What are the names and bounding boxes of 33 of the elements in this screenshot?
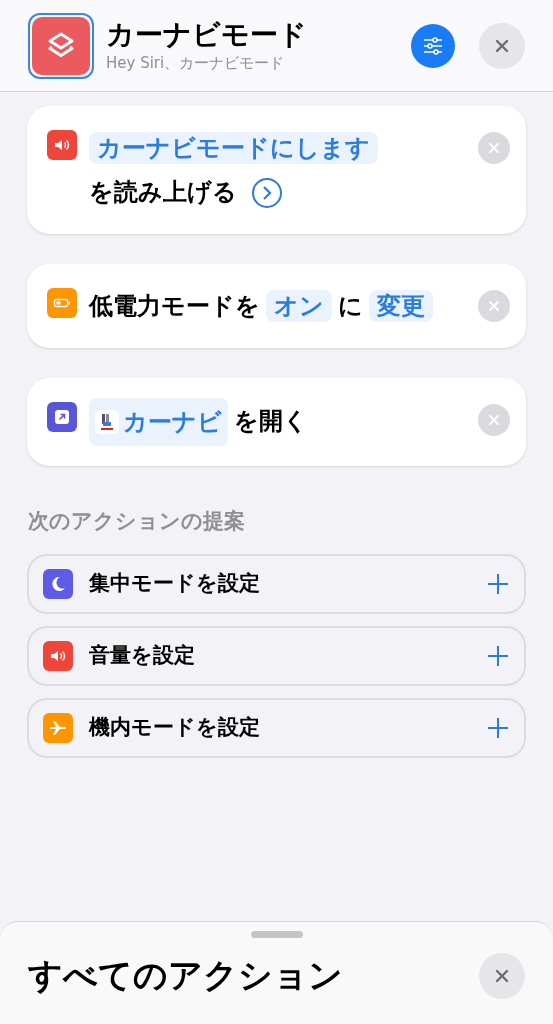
suggestion-row[interactable]: 音量を設定 — [27, 625, 526, 686]
close-icon — [486, 140, 502, 156]
close-button[interactable] — [479, 952, 525, 999]
action-card[interactable]: カーナビ を開く — [27, 378, 526, 466]
variable-token[interactable]: 変更 — [369, 290, 433, 322]
action-text: を読み上げる — [89, 178, 237, 206]
settings-button[interactable] — [411, 23, 455, 68]
suggestion-label: 音量を設定 — [89, 641, 196, 669]
suggestion-label: 機内モードを設定 — [89, 713, 261, 741]
shortcut-title: カーナビモード — [106, 16, 308, 52]
close-icon — [486, 298, 502, 314]
action-text: に — [338, 292, 363, 320]
chevron-circle-icon[interactable] — [251, 177, 283, 209]
action-text: 低電力モードを — [89, 292, 260, 320]
variable-token[interactable]: オン — [266, 290, 332, 322]
add-icon[interactable] — [486, 643, 510, 668]
add-icon[interactable] — [486, 715, 510, 740]
section-heading: 次のアクションの提案 — [27, 508, 246, 535]
suggestion-row[interactable]: 集中モードを設定 — [27, 553, 526, 614]
shortcut-icon[interactable] — [28, 12, 94, 79]
close-button[interactable] — [479, 22, 525, 69]
sheet-title: すべてのアクション — [28, 954, 344, 997]
suggestion-row[interactable]: 機内モードを設定 — [27, 697, 526, 758]
close-icon — [486, 412, 502, 428]
app-icon — [95, 410, 119, 434]
suggestion-label: 集中モードを設定 — [89, 569, 261, 597]
action-card[interactable]: カーナビモードにします を読み上げる — [27, 106, 526, 234]
variable-token[interactable]: カーナビモードにします — [89, 132, 378, 164]
shortcut-subtitle: Hey Siri、カーナビモード — [106, 52, 286, 74]
action-text: を開く — [234, 407, 308, 435]
app-token[interactable]: カーナビ — [89, 398, 228, 446]
action-card[interactable]: 低電力モードを オン に 変更 — [27, 264, 526, 348]
add-icon[interactable] — [486, 571, 510, 596]
